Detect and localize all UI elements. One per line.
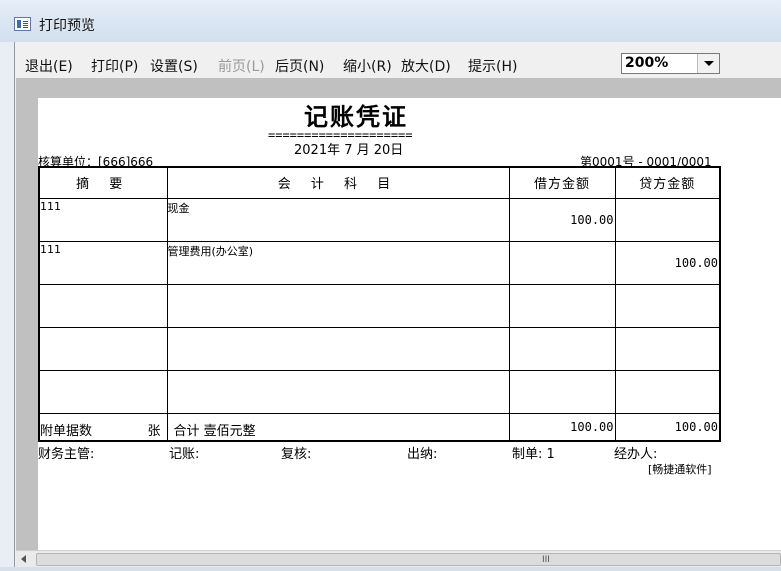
handler-signature: 经办人: [614,447,658,462]
debit-total: 100.00 [570,419,614,434]
debit-cell: 100.00 [508,197,616,242]
cashier-signature: 出纳: [407,447,438,462]
attachments-cell: 附单据数 张 [38,412,168,442]
credit-total: 100.00 [674,419,718,434]
total-words-cell: 合计 壹佰元整 [166,412,510,442]
summary-cell: 111 [38,197,168,242]
header-credit: 贷方金额 [614,166,721,199]
total-row: 附单据数 张 合计 壹佰元整 100.00 100.00 [38,412,721,442]
debit-cell [508,283,616,328]
table-row: 111 现金 100.00 [38,197,721,242]
attachments-unit: 张 [147,423,161,439]
credit-cell [614,197,721,242]
title-bar: 打印预览 [0,0,781,42]
chevron-down-icon[interactable] [697,54,719,73]
summary-cell: 111 [38,240,168,285]
preview-window-icon [14,17,31,31]
scroll-left-icon[interactable] [16,551,33,568]
account-cell [166,326,510,371]
summary-cell [38,326,168,371]
scroll-thumb[interactable]: III [36,553,781,566]
table-row [38,283,721,328]
previous-page-button[interactable]: 前页(L) [218,58,265,76]
horizontal-scrollbar[interactable]: III [16,550,781,567]
table-row [38,369,721,414]
zoom-select[interactable]: 200% [621,53,720,74]
account-cell: 管理费用(办公室) [166,240,510,285]
account-cell [166,283,510,328]
zoom-in-button[interactable]: 放大(D) [401,58,451,76]
hint-button[interactable]: 提示(H) [468,58,517,76]
scroll-grip: III [542,555,550,565]
summary-cell [38,369,168,414]
credit-total-cell: 100.00 [614,412,721,442]
supervisor-signature: 财务主管: [38,447,95,462]
voucher-title: 记账凭证 [304,102,408,131]
bookkeeper-signature: 记账: [169,447,200,462]
account-cell: 现金 [166,197,510,242]
header-account: 会 计 科 目 [166,166,510,199]
reviewer-signature: 复核: [281,447,312,462]
print-button[interactable]: 打印(P) [91,58,138,76]
zoom-out-button[interactable]: 缩小(R) [343,58,392,76]
window-bottom-edge [0,567,781,571]
debit-cell [508,240,616,285]
table-row: 111 管理费用(办公室) 100.00 [38,240,721,285]
debit-cell [508,326,616,371]
exit-button[interactable]: 退出(E) [25,58,73,76]
software-tag: [畅捷通软件] [648,463,712,476]
total-in-words: 合计 壹佰元整 [173,423,256,439]
debit-cell [508,369,616,414]
debit-total-cell: 100.00 [508,412,616,442]
voucher-date: 2021年 7 月 20日 [294,143,404,158]
credit-cell [614,369,721,414]
summary-cell [38,283,168,328]
credit-cell [614,283,721,328]
table-header-row: 摘 要 会 计 科 目 借方金额 贷方金额 [38,166,721,199]
attachments-label: 附单据数 [40,423,93,439]
settings-button[interactable]: 设置(S) [150,58,198,76]
next-page-button[interactable]: 后页(N) [275,58,324,76]
window-title: 打印预览 [39,18,95,34]
zoom-value: 200% [625,55,669,71]
credit-cell: 100.00 [614,240,721,285]
account-cell [166,369,510,414]
header-debit: 借方金额 [508,166,616,199]
header-summary: 摘 要 [38,166,168,199]
voucher-table: 摘 要 会 计 科 目 借方金额 贷方金额 111 现金 100.00 111 … [38,166,721,442]
preparer-signature: 制单: 1 [512,447,555,462]
table-row [38,326,721,371]
credit-cell [614,326,721,371]
